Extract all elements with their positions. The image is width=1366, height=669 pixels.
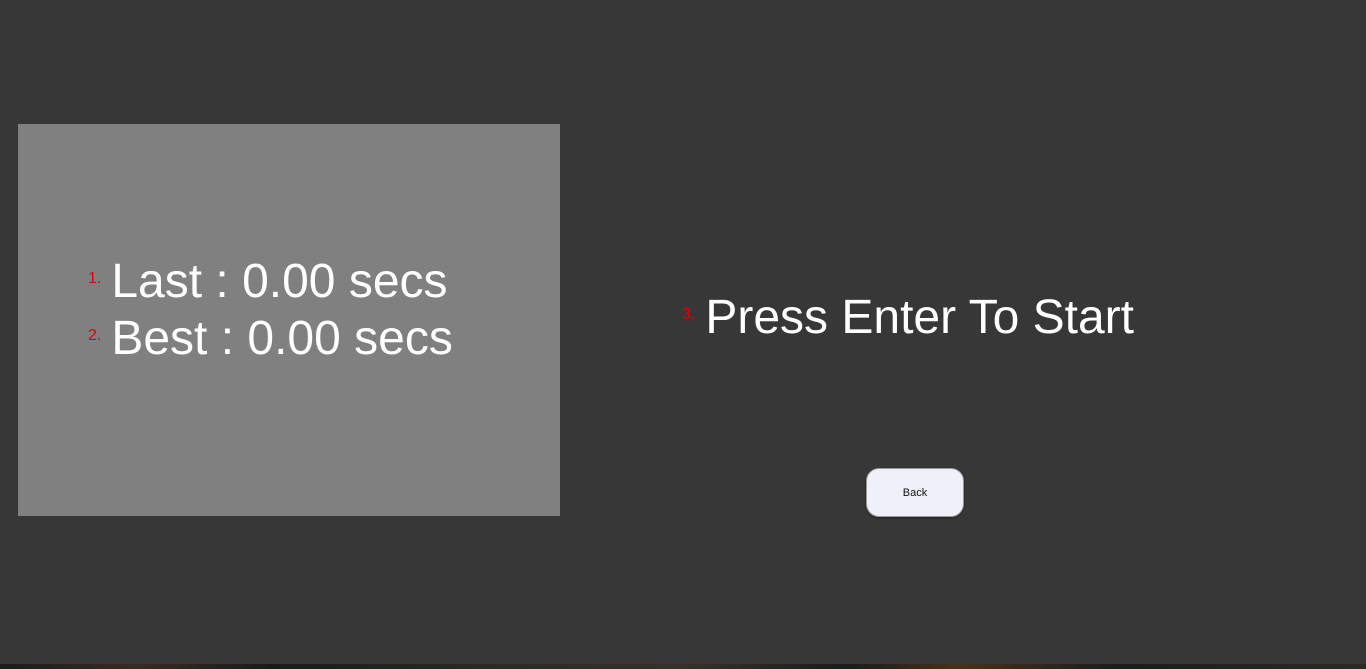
start-prompt: 3. Press Enter To Start [682,294,1134,342]
start-prompt-text: Press Enter To Start [705,291,1134,344]
last-time-text: Last : 0.00 secs [111,255,448,308]
best-time-text: Best : 0.00 secs [111,312,453,365]
back-button[interactable]: Back [866,468,964,517]
stats-panel: 1. Last : 0.00 secs 2. Best : 0.00 secs [18,124,560,516]
game-screen: 1. Last : 0.00 secs 2. Best : 0.00 secs … [0,0,1366,669]
last-time-row: 1. Last : 0.00 secs [88,258,448,306]
best-time-marker: 2. [88,327,102,344]
background-image-strip [0,664,1366,669]
best-time-row: 2. Best : 0.00 secs [88,315,453,363]
start-prompt-marker: 3. [682,306,696,323]
last-time-marker: 1. [88,270,102,287]
